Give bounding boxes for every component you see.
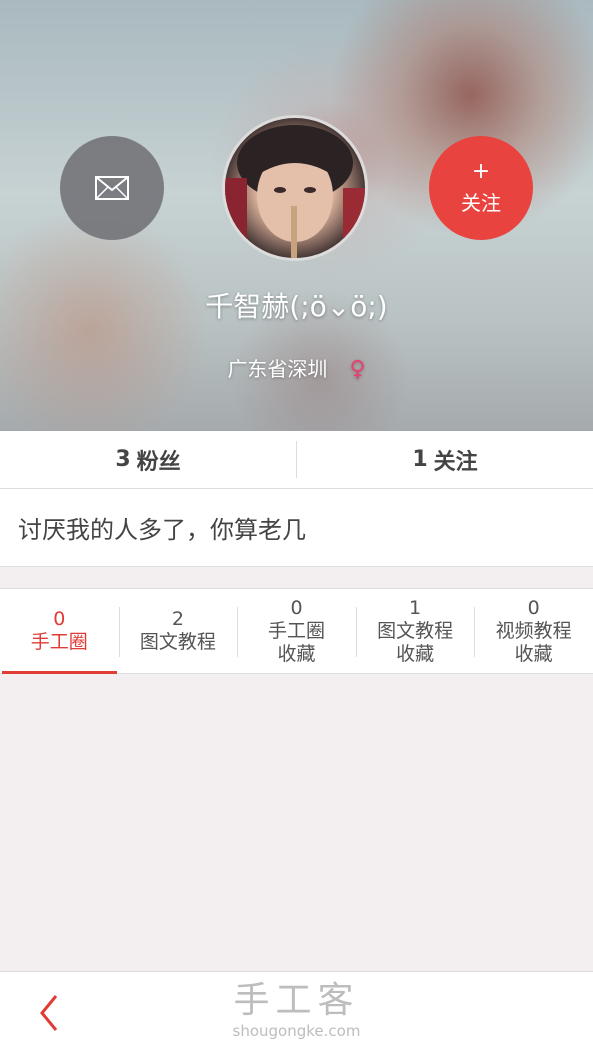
tab-count: 0 [53,608,66,630]
followers-label: 粉丝 [136,449,181,475]
location: 广东省深圳 [227,357,328,381]
envelope-icon [95,176,129,200]
tab-label: 手工圈 [30,631,88,653]
tab-label: 图文教程 收藏 [377,619,454,665]
avatar[interactable] [222,115,368,261]
watermark-url: shougongke.com [232,1022,361,1040]
bottom-bar: 手工客 shougongke.com [0,971,593,1054]
tab-count: 2 [171,608,184,630]
stats-bar: 3 粉丝 1 关注 [0,431,593,489]
watermark-title: 手工客 [233,980,360,1021]
tab-tutorials[interactable]: 2 图文教程 [118,589,238,673]
tab-count: 0 [290,596,303,619]
tab-label: 视频教程 收藏 [495,619,572,665]
bio: 讨厌我的人多了，你算老几 [0,489,593,567]
following-label: 关注 [433,449,478,475]
tab-label: 图文教程 [139,631,216,653]
tab-label: 手工圈 收藏 [267,619,325,665]
plus-icon: + [471,158,491,184]
tab-count: 0 [527,596,540,619]
female-icon: ♀ [349,357,366,382]
username: 千智赫(;ö⌄ö;) [205,290,388,323]
tab-handcraft-circle-favorites[interactable]: 0 手工圈 收藏 [237,589,356,673]
location-row: 广东省深圳 ♀ [0,353,593,382]
follow-button[interactable]: + 关注 [429,136,533,240]
followers-stat[interactable]: 3 粉丝 [0,431,296,488]
following-count: 1 [412,447,428,472]
tab-count: 1 [409,596,422,619]
followers-count: 3 [115,447,131,472]
content-tabs: 0 手工圈 2 图文教程 0 手工圈 收藏 1 图文教程 收藏 0 视频教程 收… [0,588,593,674]
tab-tutorial-favorites[interactable]: 1 图文教程 收藏 [355,589,475,673]
message-button[interactable] [60,136,164,240]
tab-handcraft-circle[interactable]: 0 手工圈 [0,589,119,674]
watermark: 手工客 shougongke.com [0,980,593,1040]
avatar-photo [225,125,365,258]
follow-label: 关注 [461,190,501,215]
tab-video-tutorial-favorites[interactable]: 0 视频教程 收藏 [474,589,593,673]
following-stat[interactable]: 1 关注 [297,431,593,488]
profile-header: + 关注 千智赫(;ö⌄ö;) 广东省深圳 ♀ [0,0,593,431]
